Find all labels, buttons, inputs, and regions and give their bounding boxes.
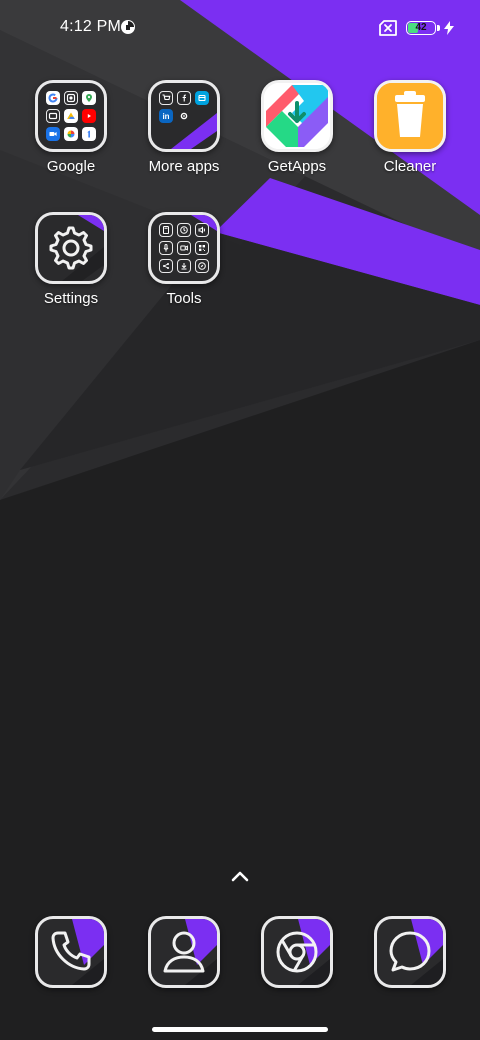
getapps-logo [264,83,330,149]
dock-app-messages[interactable] [354,916,466,996]
cleaner-trash-icon [374,80,446,152]
getapps-icon [261,80,333,152]
screen-recorder-icon [177,241,191,255]
app-google-folder[interactable]: Google [15,80,127,192]
app-label: Settings [43,290,99,307]
tools-folder-icon [148,212,220,284]
chrome-glyph [276,919,330,985]
home-indicator[interactable] [152,1027,328,1032]
settings-mini-icon [177,109,191,123]
google-search-icon [46,91,60,105]
more-apps-folder-icon: in [148,80,220,152]
phone-glyph [51,919,104,985]
app-label: Tools [166,290,202,307]
folder-grid [159,223,209,273]
app-label: Google [46,158,96,175]
status-right-icons: 42 [378,17,454,39]
status-bar: 4:12 PM 42 [0,0,480,56]
app-label: More apps [148,158,220,175]
dock-app-chrome[interactable] [241,916,353,996]
folder-grid [46,91,96,141]
share-icon [159,259,173,273]
app-cleaner[interactable]: Cleaner [354,80,466,192]
messages-icon [374,916,446,988]
battery-tip [437,25,440,31]
gear-icon [35,212,107,284]
qr-scanner-icon [195,241,209,255]
download-icon [177,259,191,273]
battery-icon: 42 [406,21,440,35]
meet-icon [46,127,60,141]
linkedin-icon: in [159,109,173,123]
messages-glyph [389,919,443,985]
app-tools-folder[interactable]: Tools [128,212,240,324]
chrome-icon [261,916,333,988]
status-time: 4:12 PM [60,18,121,35]
app-settings[interactable]: Settings [15,212,127,324]
google-folder-icon [35,80,107,152]
dock [0,916,480,996]
compass-icon [195,259,209,273]
data-saver-icon [121,20,135,34]
clock-icon [177,223,191,237]
dock-app-contacts[interactable] [128,916,240,996]
contacts-glyph [163,919,217,985]
chevron-up-icon[interactable] [229,868,251,884]
app-label: GetApps [267,158,327,175]
tv-icon [46,109,60,123]
app-more-apps-folder[interactable]: in More apps [128,80,240,192]
speaker-icon [195,223,209,237]
sim-disabled-icon [379,20,397,36]
booking-icon [195,91,209,105]
calculator-icon [159,223,173,237]
cleaner-logo [377,83,443,149]
dock-app-phone[interactable] [15,916,127,996]
microphone-icon [159,241,173,255]
maps-icon [82,91,96,105]
battery-level: 42 [415,22,427,33]
gear-glyph [49,215,104,281]
app-getapps[interactable]: GetApps [241,80,353,192]
facebook-icon [177,91,191,105]
phone-icon [35,916,107,988]
photos-icon [64,127,78,141]
folder-grid: in [159,91,209,141]
shopping-cart-icon [159,91,173,105]
youtube-icon [82,109,96,123]
contacts-icon [148,916,220,988]
image-search-icon [64,91,78,105]
charging-bolt-icon [444,21,454,35]
google-one-icon [82,127,96,141]
drive-icon [64,109,78,123]
app-label: Cleaner [383,158,437,175]
